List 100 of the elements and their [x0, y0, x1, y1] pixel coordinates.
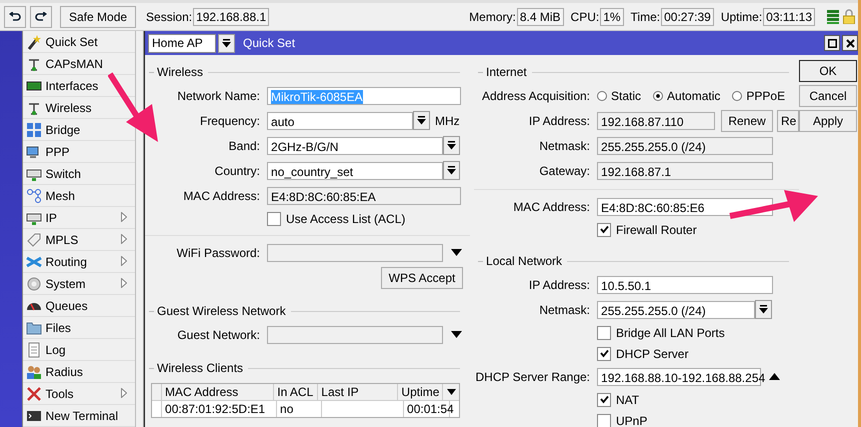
maximize-icon [828, 38, 837, 48]
field-label: Network Name: [176, 88, 262, 102]
radio-option[interactable]: Static [597, 88, 642, 102]
select-field[interactable]: 255.255.255.0 (/24) [597, 300, 756, 318]
document-icon [26, 342, 42, 358]
field-label: Gateway: [538, 164, 592, 178]
close-button[interactable] [842, 35, 858, 51]
radio-option[interactable]: PPPoE [732, 88, 786, 102]
field-label: DHCP Server Range: [474, 370, 592, 384]
select-field[interactable]: auto [267, 112, 414, 130]
up-triangle-icon[interactable] [769, 373, 780, 380]
nodes-icon [26, 188, 42, 204]
sidebar-item[interactable]: Routing [22, 251, 136, 273]
tools-icon [26, 386, 42, 402]
checkbox[interactable] [597, 326, 612, 340]
dropdown-arrow-icon [447, 141, 456, 150]
undo-button[interactable] [4, 6, 26, 28]
table-cell: 00:87:01:92:5D:E1 [162, 401, 278, 417]
sidebar-item[interactable]: Radius [22, 361, 136, 383]
dialog-button[interactable]: Cancel [799, 85, 858, 107]
dialog-button[interactable]: OK [799, 60, 858, 82]
section-title: Wireless Clients [157, 361, 244, 375]
stat-value: 1% [600, 8, 624, 26]
field-label: MAC Address: [182, 188, 262, 202]
stat-value: 00:27:39 [661, 8, 714, 26]
dropdown-button[interactable] [443, 136, 460, 155]
gear-icon [26, 276, 42, 292]
stat-label: Memory: [469, 10, 516, 24]
column-header[interactable]: Last IP [318, 384, 398, 400]
session-label: Session: [146, 10, 192, 24]
field-label: Netmask: [538, 138, 592, 152]
unit-label: MHz [435, 114, 460, 128]
dropdown-button[interactable] [413, 111, 430, 130]
radio-option[interactable]: Automatic [653, 88, 720, 102]
sidebar-item[interactable]: Mesh [22, 185, 136, 207]
dialog-button[interactable]: Apply [799, 110, 858, 132]
section-title: Internet [486, 65, 527, 79]
redo-icon [35, 12, 47, 22]
tag-icon [26, 232, 42, 248]
down-triangle-icon[interactable] [451, 331, 462, 338]
sidebar-item[interactable]: New Terminal [22, 405, 136, 427]
sidebar-item[interactable]: Interfaces [22, 75, 136, 97]
dropdown-button[interactable] [218, 34, 236, 52]
checkbox-label: Bridge All LAN Ports [616, 326, 725, 340]
text-field[interactable]: 10.5.50.1 [597, 276, 774, 294]
crossed-arrows-icon [26, 254, 42, 270]
sidebar-item[interactable]: CAPsMAN [22, 53, 136, 75]
sidebar-item[interactable]: PPP [22, 141, 136, 163]
sidebar-item[interactable]: Log [22, 339, 136, 361]
dropdown-arrow-icon [759, 305, 768, 314]
down-triangle-icon [446, 389, 456, 395]
down-triangle-icon[interactable] [451, 249, 462, 256]
combo-field[interactable] [267, 244, 444, 262]
sidebar-item[interactable]: MPLS [22, 229, 136, 251]
checkbox[interactable] [597, 414, 612, 427]
wand-icon [26, 34, 42, 50]
field-label: Frequency: [198, 114, 262, 128]
read-only-field: 255.255.255.0 (/24) [597, 136, 774, 154]
select-field[interactable]: 2GHz-B/G/N [267, 136, 444, 154]
stat-value: 03:11:13 [763, 8, 815, 26]
close-icon [846, 38, 855, 48]
checkbox[interactable] [597, 346, 612, 360]
wps-accept-button[interactable]: WPS Accept [381, 266, 464, 288]
section-title: Local Network [486, 254, 562, 268]
section-title: Wireless [157, 65, 204, 79]
column-header[interactable]: In ACL [274, 384, 318, 400]
session-field: 192.168.88.1 [193, 8, 270, 26]
sidebar-item[interactable]: Quick Set [22, 31, 136, 53]
field-label: Address Acquisition: [480, 88, 592, 102]
checkbox[interactable] [597, 392, 612, 406]
checkbox[interactable] [597, 222, 612, 236]
lock-icon [843, 9, 855, 24]
checkbox-label: UPnP [616, 414, 648, 427]
column-header[interactable]: MAC Address [162, 384, 274, 400]
dropdown-button[interactable] [443, 161, 460, 180]
preset-select[interactable]: Home AP [148, 34, 216, 52]
undo-icon [9, 12, 21, 22]
text-field[interactable]: E4:8D:8C:60:85:E6 [597, 198, 774, 216]
safe-mode-button[interactable]: Safe Mode [60, 6, 136, 28]
dropdown-button[interactable] [755, 300, 772, 319]
checkbox[interactable] [267, 212, 282, 226]
sidebar-item[interactable]: IP [22, 207, 136, 229]
field-label: Band: [228, 138, 262, 152]
sidebar-item[interactable]: Tools [22, 383, 136, 405]
action-button[interactable]: Re [777, 110, 800, 132]
status-bars-icon [827, 10, 839, 24]
select-field[interactable]: no_country_set [267, 162, 444, 180]
sidebar-item[interactable]: Files [22, 317, 136, 339]
field-label: WiFi Password: [176, 246, 262, 260]
sidebar-item[interactable]: Switch [22, 163, 136, 185]
checkbox-label: DHCP Server [616, 346, 688, 360]
combo-field[interactable] [267, 326, 444, 344]
redo-button[interactable] [30, 6, 52, 28]
action-button[interactable]: Renew [721, 110, 774, 132]
checkbox-label: Firewall Router [616, 222, 697, 236]
read-only-field: E4:8D:8C:60:85:EA [267, 186, 462, 204]
maximize-button[interactable] [824, 35, 840, 51]
dropdown-arrow-icon [222, 38, 232, 48]
sidebar-item[interactable]: Queues [22, 295, 136, 317]
sidebar-item[interactable]: System [22, 273, 136, 295]
